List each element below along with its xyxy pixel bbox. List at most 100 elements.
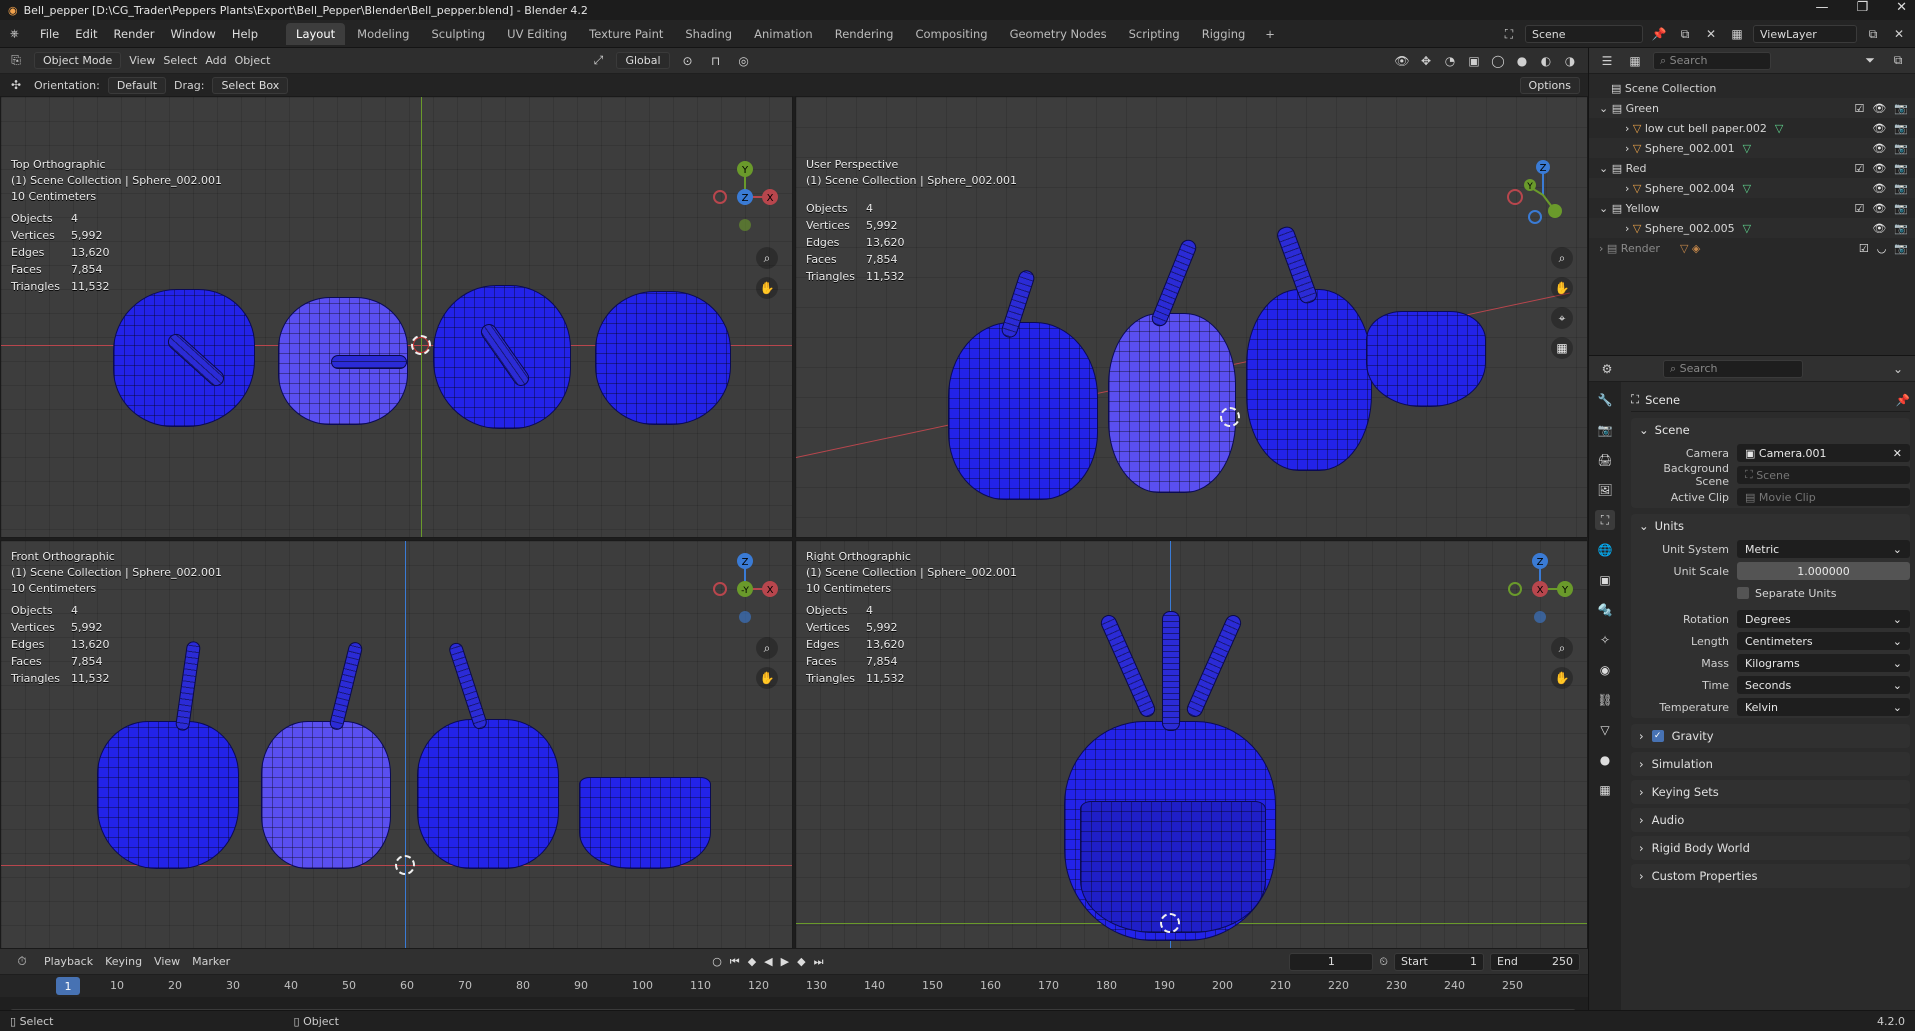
pin-icon[interactable]: 📌	[1896, 393, 1910, 407]
menu-window[interactable]: Window	[170, 27, 215, 41]
keying-sets-section[interactable]: › Keying Sets	[1631, 780, 1910, 804]
rigid-body-world-section[interactable]: › Rigid Body World	[1631, 836, 1910, 860]
solid-shading-icon[interactable]: ●	[1512, 52, 1532, 70]
tab-compositing[interactable]: Compositing	[905, 23, 997, 45]
unit-scale-field[interactable]: 1.000000	[1737, 562, 1910, 580]
navigation-gizmo[interactable]: Z Y X	[1505, 547, 1575, 631]
start-frame-field[interactable]: Start 1	[1394, 952, 1484, 971]
rendered-shading-icon[interactable]: ◑	[1560, 52, 1580, 70]
new-scene-icon[interactable]: ⧉	[1675, 25, 1695, 43]
camera-icon[interactable]: 📷	[1894, 122, 1908, 135]
camera-icon[interactable]: 📷	[1894, 142, 1908, 155]
jump-start-icon[interactable]: ⏮	[730, 955, 740, 969]
options-dropdown[interactable]: Options	[1519, 76, 1580, 94]
zoom-icon[interactable]: ⌕	[756, 637, 778, 659]
tab-sculpting[interactable]: Sculpting	[421, 23, 495, 45]
outliner-row[interactable]: ⌄ ▤ Yellow ☑ 👁 📷	[1589, 198, 1915, 218]
material-shading-icon[interactable]: ◐	[1536, 52, 1556, 70]
timeline-ruler[interactable]: 1 10 20 30 40 50 60 70 80 90 100 110 120 130 140 150 16…	[0, 975, 1588, 997]
menu-select[interactable]: Select	[163, 54, 197, 67]
display-mode-icon[interactable]: ▦	[1625, 52, 1645, 70]
particles-tab-icon[interactable]: ✧	[1595, 630, 1615, 650]
active-clip-field[interactable]: ▤ Movie Clip	[1737, 488, 1910, 506]
menu-render[interactable]: Render	[114, 27, 155, 41]
time-dropdown[interactable]: Seconds ⌄	[1737, 676, 1910, 694]
pepper-mesh[interactable]	[948, 322, 1098, 500]
clear-icon[interactable]: ✕	[1893, 447, 1902, 460]
tab-geometry-nodes[interactable]: Geometry Nodes	[1000, 23, 1117, 45]
expand-icon[interactable]: ⌄	[1599, 102, 1612, 115]
units-section-header[interactable]: ⌄ Units	[1631, 514, 1910, 538]
visibility-icon[interactable]: 👁	[1392, 52, 1412, 70]
separate-units-checkbox[interactable]: Separate Units	[1737, 587, 1836, 600]
tab-modeling[interactable]: Modeling	[347, 23, 419, 45]
zoom-icon[interactable]: ⌕	[756, 247, 778, 269]
pepper-mesh[interactable]	[417, 719, 559, 869]
pepper-mesh[interactable]	[1108, 313, 1236, 493]
scene-section-header[interactable]: ⌄ Scene	[1631, 418, 1910, 442]
outliner-row[interactable]: › ▽ Sphere_002.005 ▽ 👁 📷	[1589, 218, 1915, 238]
outliner-row[interactable]: › ▽ Sphere_002.004 ▽ 👁 📷	[1589, 178, 1915, 198]
output-tab-icon[interactable]: 🖨	[1595, 450, 1615, 470]
xray-icon[interactable]: ▣	[1464, 52, 1484, 70]
properties-editor-icon[interactable]: ⚙	[1597, 360, 1617, 378]
camera-field[interactable]: ▣ Camera.001 ✕	[1737, 444, 1910, 462]
gravity-section[interactable]: › ✓ Gravity	[1631, 724, 1910, 748]
outliner-row[interactable]: ▤ Scene Collection	[1589, 78, 1915, 98]
properties-search[interactable]: ⌕ Search	[1663, 359, 1803, 378]
eye-icon[interactable]: 👁	[1872, 122, 1886, 135]
material-tab-icon[interactable]: ●	[1595, 750, 1615, 770]
rotation-dropdown[interactable]: Degrees ⌄	[1737, 610, 1910, 628]
checkbox-icon[interactable]: ☑	[1859, 242, 1869, 255]
expand-icon[interactable]: ›	[1625, 142, 1633, 155]
pan-hand-icon[interactable]: ✋	[1551, 667, 1573, 689]
pepper-mesh[interactable]	[595, 291, 731, 425]
outliner-editor-icon[interactable]: ☰	[1597, 52, 1617, 70]
tab-animation[interactable]: Animation	[744, 23, 823, 45]
orientation-dropdown[interactable]: Default	[107, 76, 167, 94]
pan-hand-icon[interactable]: ✋	[1551, 277, 1573, 299]
temperature-dropdown[interactable]: Kelvin ⌄	[1737, 698, 1910, 716]
object-mode-dropdown[interactable]: Object Mode	[34, 52, 122, 69]
play-reverse-icon[interactable]: ◀	[764, 955, 772, 969]
menu-file[interactable]: File	[40, 27, 59, 41]
outliner-search[interactable]: ⌕ Search	[1653, 51, 1771, 70]
expand-icon[interactable]: ⌄	[1599, 202, 1612, 215]
menu-keying[interactable]: Keying	[105, 955, 142, 968]
expand-icon[interactable]: ⌄	[1599, 162, 1612, 175]
scene-selector[interactable]: Scene	[1525, 25, 1643, 43]
checkbox-icon[interactable]: ☑	[1854, 102, 1864, 115]
perspective-toggle-icon[interactable]: ▦	[1551, 337, 1573, 359]
expand-icon[interactable]: ›	[1625, 222, 1633, 235]
outliner-row[interactable]: › ▽ Sphere_002.001 ▽ 👁 📷	[1589, 138, 1915, 158]
scene-tab-icon[interactable]: ⛶	[1595, 510, 1615, 530]
outliner-row[interactable]: ⌄ ▤ Red ☑ 👁 📷	[1589, 158, 1915, 178]
tab-shading[interactable]: Shading	[675, 23, 742, 45]
view-layer-tab-icon[interactable]: 🖼	[1595, 480, 1615, 500]
new-viewlayer-icon[interactable]: ⧉	[1863, 25, 1883, 43]
pepper-mesh[interactable]	[261, 721, 391, 869]
checkbox-icon[interactable]: ☑	[1854, 202, 1864, 215]
tab-texture-paint[interactable]: Texture Paint	[579, 23, 673, 45]
snap-icon[interactable]: ⤢	[588, 52, 608, 70]
modifier-tab-icon[interactable]: 🔩	[1595, 600, 1615, 620]
blender-menu-icon[interactable]: ⎈	[10, 27, 19, 41]
drag-dropdown[interactable]: Select Box	[212, 76, 289, 94]
playhead[interactable]: 1	[56, 977, 80, 995]
texture-tab-icon[interactable]: ▦	[1595, 780, 1615, 800]
tab-layout[interactable]: Layout	[286, 22, 346, 45]
close-icon[interactable]: ✕	[1896, 0, 1907, 15]
viewport-front-orthographic[interactable]: Front Orthographic (1) Scene Collection …	[0, 540, 793, 986]
filter-icon[interactable]: ⏷	[1860, 52, 1880, 70]
viewport-user-perspective[interactable]: User Perspective (1) Scene Collection | …	[795, 96, 1588, 538]
pan-hand-icon[interactable]: ✋	[756, 667, 778, 689]
outliner-row[interactable]: ⌄ ▤ Green ☑ 👁 📷	[1589, 98, 1915, 118]
transform-orientation-dropdown[interactable]: Global	[616, 52, 670, 69]
unit-system-dropdown[interactable]: Metric ⌄	[1737, 540, 1910, 558]
eye-icon[interactable]: 👁	[1872, 222, 1886, 235]
pepper-mesh[interactable]	[579, 777, 711, 869]
end-frame-field[interactable]: End 250	[1490, 952, 1580, 971]
eye-icon[interactable]: ◡	[1877, 242, 1887, 255]
menu-help[interactable]: Help	[232, 27, 258, 41]
navigation-gizmo[interactable]: Y X Z	[710, 155, 780, 239]
